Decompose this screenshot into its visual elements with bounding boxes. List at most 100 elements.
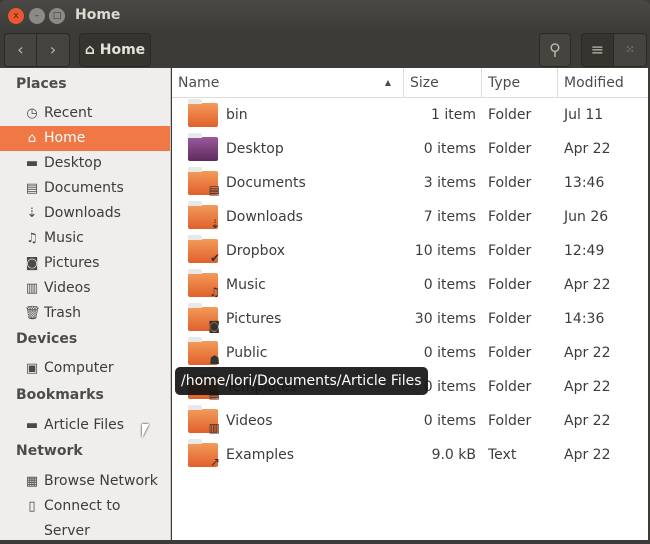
- search-button[interactable]: ⚲: [539, 33, 571, 67]
- window-title: Home: [75, 7, 121, 23]
- sidebar-item-videos[interactable]: ▥ Videos: [0, 276, 170, 301]
- list-view-button[interactable]: ≡: [581, 33, 614, 67]
- file-modified: Apr 22: [564, 141, 611, 157]
- file-name: Downloads: [226, 209, 303, 225]
- sidebar-section-network: Network: [16, 443, 83, 459]
- file-size: 0 items: [423, 345, 476, 361]
- file-modified: Apr 22: [564, 413, 611, 429]
- file-row[interactable]: ✔ Dropbox 10 items Folder 12:49: [172, 234, 648, 268]
- file-modified: Apr 22: [564, 447, 611, 463]
- file-modified: 12:49: [564, 243, 605, 259]
- maximize-icon[interactable]: □: [49, 8, 65, 24]
- folder-icon: [188, 133, 218, 161]
- column-name-label: Name: [178, 75, 220, 91]
- sidebar-section-places: Places: [16, 76, 67, 92]
- file-row[interactable]: ▥ Videos 0 items Folder Apr 22: [172, 404, 648, 438]
- browse-network-icon: ▦: [25, 474, 39, 489]
- file-name: Dropbox: [226, 243, 285, 259]
- file-row[interactable]: ♫ Music 0 items Folder Apr 22: [172, 268, 648, 302]
- file-row[interactable]: ▤ Documents 3 items Folder 13:46: [172, 166, 648, 200]
- grid-view-button[interactable]: ⁙: [613, 33, 647, 67]
- file-type: Folder: [488, 209, 532, 225]
- videos-icon: ▥: [25, 281, 39, 296]
- folder-icon: ☗: [188, 337, 220, 367]
- file-row[interactable]: ☗ Public 0 items Folder Apr 22: [172, 336, 648, 370]
- sidebar-item-label: Computer: [44, 360, 114, 376]
- sidebar-item-documents[interactable]: ▤ Documents: [0, 176, 170, 201]
- column-size[interactable]: Size: [404, 68, 482, 98]
- connect-to-server-icon: ▯: [28, 499, 36, 514]
- file-modified: Apr 22: [564, 379, 611, 395]
- folder-badge-icon: ☗: [209, 353, 220, 367]
- folder-badge-icon: ♫: [209, 285, 220, 299]
- file-row[interactable]: ⇣ Downloads 7 items Folder Jun 26: [172, 200, 648, 234]
- column-modified[interactable]: Modified: [558, 68, 648, 98]
- folder-badge-icon: ▥: [208, 421, 220, 435]
- file-size: 0 items: [423, 141, 476, 157]
- sidebar-section-bookmarks: Bookmarks: [16, 387, 104, 403]
- file-name: Music: [226, 277, 266, 293]
- file-row[interactable]: ◙ Pictures 30 items Folder 14:36: [172, 302, 648, 336]
- column-type[interactable]: Type: [482, 68, 558, 98]
- sidebar-item-music[interactable]: ♫ Music: [0, 226, 170, 251]
- forward-button[interactable]: ›: [36, 33, 70, 67]
- sidebar-item-home[interactable]: ⌂ Home: [0, 126, 170, 151]
- file-name: bin: [226, 107, 248, 123]
- sidebar-item-label: Connect to Server: [44, 498, 121, 539]
- file-type: Folder: [488, 345, 532, 361]
- sidebar-item-downloads[interactable]: ⇣ Downloads: [0, 201, 170, 226]
- file-modified: Apr 22: [564, 277, 611, 293]
- recent-icon: ◷: [26, 106, 38, 121]
- file-link-icon: ↗: [188, 439, 220, 469]
- file-name: Pictures: [226, 311, 282, 327]
- sidebar-item-recent[interactable]: ◷ Recent: [0, 101, 170, 126]
- pictures-icon: ◙: [25, 256, 39, 271]
- minimize-icon[interactable]: –: [29, 8, 45, 24]
- back-button[interactable]: ‹: [4, 33, 37, 67]
- music-icon: ♫: [26, 231, 38, 246]
- downloads-icon: ⇣: [26, 206, 38, 221]
- sidebar-item-label: Trash: [44, 305, 81, 321]
- sidebar-item-label: Home: [44, 130, 86, 146]
- bookmark-path-tooltip: /home/lori/Documents/Article Files: [175, 367, 428, 395]
- file-name: Public: [226, 345, 268, 361]
- file-row[interactable]: ↗ Examples 9.0 kB Text Apr 22: [172, 438, 648, 472]
- column-header: Name ▲ Size Type Modified: [172, 68, 648, 98]
- sidebar-item-connect-to-server[interactable]: ▯ Connect to Server: [0, 494, 170, 539]
- mouse-cursor-icon: [142, 424, 149, 438]
- folder-badge-icon: ◙: [208, 319, 220, 333]
- sidebar-section-devices: Devices: [16, 331, 78, 347]
- file-row[interactable]: bin 1 item Folder Jul 11: [172, 98, 648, 132]
- file-size: 3 items: [423, 175, 476, 191]
- folder-icon: ▥: [188, 405, 220, 435]
- file-row[interactable]: Desktop 0 items Folder Apr 22: [172, 132, 648, 166]
- file-size: 0 items: [423, 277, 476, 293]
- file-type: Text: [488, 447, 517, 463]
- file-name: Examples: [226, 447, 295, 463]
- sidebar-item-computer[interactable]: ▣ Computer: [0, 356, 170, 381]
- file-type: Folder: [488, 243, 532, 259]
- file-type: Folder: [488, 379, 532, 395]
- file-size: 9.0 kB: [431, 447, 476, 463]
- location-home-button[interactable]: ⌂ Home: [79, 33, 151, 67]
- folder-icon: ◙: [188, 303, 220, 333]
- folder-badge-icon: ↗: [209, 455, 220, 469]
- sidebar-item-label: Videos: [44, 280, 91, 296]
- sidebar-item-desktop[interactable]: ▬ Desktop: [0, 151, 170, 176]
- desktop-icon: ▬: [25, 156, 39, 171]
- file-name: Desktop: [226, 141, 284, 157]
- file-list: Name ▲ Size Type Modified bin 1 item Fold…: [172, 68, 648, 540]
- sidebar-item-trash[interactable]: 🗑 Trash: [0, 301, 170, 326]
- file-type: Folder: [488, 413, 532, 429]
- close-icon[interactable]: x: [8, 8, 24, 24]
- column-name[interactable]: Name ▲: [172, 68, 404, 98]
- sidebar-item-label: Article Files: [44, 417, 125, 433]
- home-icon: ⌂: [27, 131, 37, 146]
- sidebar-item-pictures[interactable]: ◙ Pictures: [0, 251, 170, 276]
- sidebar-item-label: Music: [44, 230, 84, 246]
- sidebar-item-browse-network[interactable]: ▦ Browse Network: [0, 469, 170, 494]
- trash-icon: 🗑: [24, 306, 41, 321]
- folder-icon: ♫: [188, 269, 220, 299]
- location-label: Home: [99, 42, 146, 58]
- file-type: Folder: [488, 311, 532, 327]
